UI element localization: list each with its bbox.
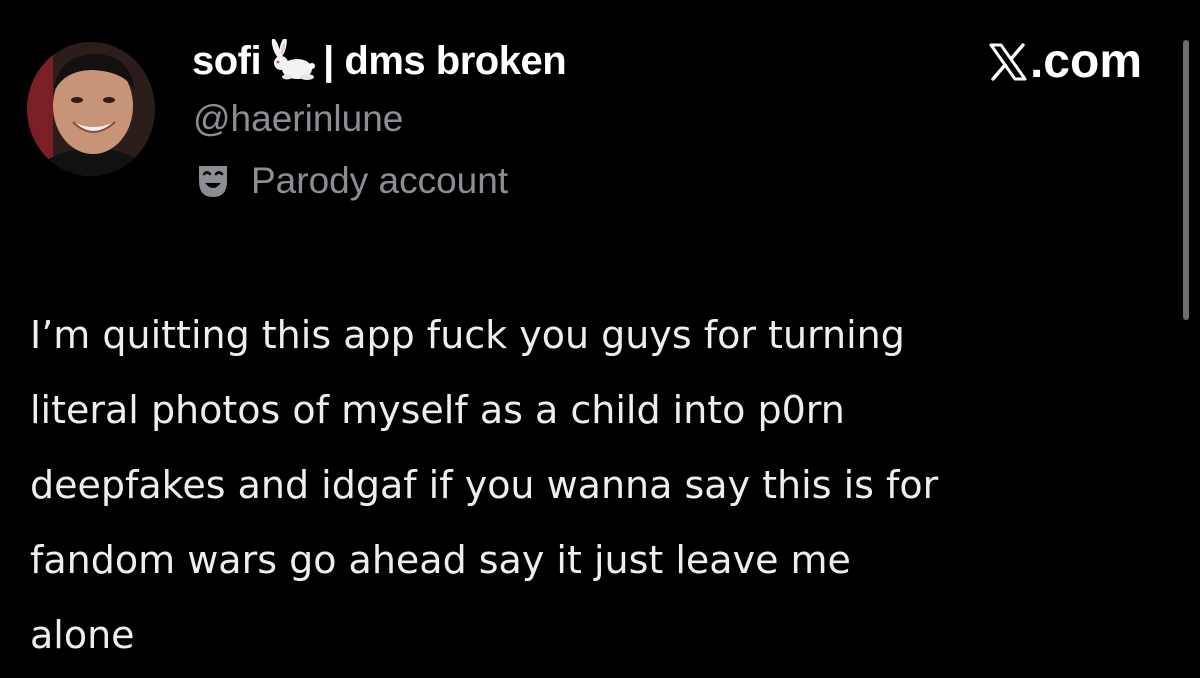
parody-label: Parody account <box>251 160 509 201</box>
x-logo-icon <box>988 42 1028 82</box>
parody-badge: Parody account <box>195 160 508 202</box>
tweet-body: I’m quitting this app fuck you guys for … <box>30 298 1170 673</box>
avatar[interactable] <box>27 42 155 176</box>
display-name[interactable]: sofi | dms broken <box>192 38 567 84</box>
tweet-card: sofi | dms broken @haerinlune Parody acc… <box>0 0 1200 678</box>
scrollbar[interactable] <box>1183 40 1189 320</box>
parody-mask-icon <box>195 163 231 199</box>
avatar-image <box>27 42 155 176</box>
rabbit-icon <box>267 39 319 83</box>
display-name-suffix: | dms broken <box>323 38 567 83</box>
site-watermark: .com <box>988 34 1142 89</box>
tweet-line: alone <box>30 613 135 657</box>
user-handle[interactable]: @haerinlune <box>193 98 403 140</box>
tweet-line: deepfakes and idgaf if you wanna say thi… <box>30 463 939 507</box>
display-name-text: sofi <box>192 38 262 83</box>
site-label: .com <box>1029 35 1142 88</box>
tweet-line: I’m quitting this app fuck you guys for … <box>30 313 905 357</box>
tweet-line: fandom wars go ahead say it just leave m… <box>30 538 851 582</box>
tweet-line: literal photos of myself as a child into… <box>30 388 845 432</box>
